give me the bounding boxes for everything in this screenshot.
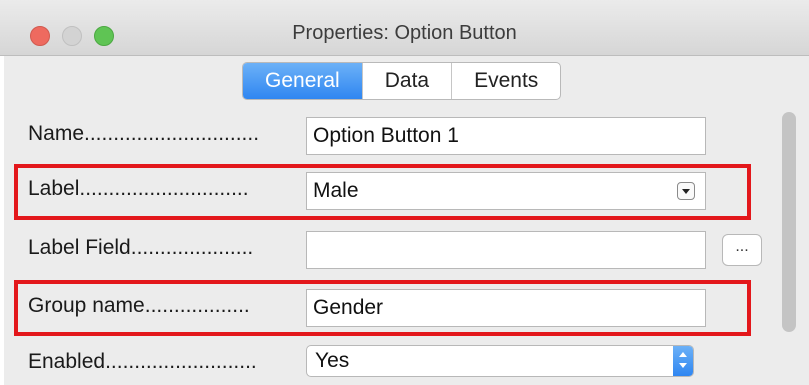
name-label: Name.............................. xyxy=(28,122,260,145)
tab-bar: General Data Events xyxy=(242,62,562,100)
group-name-input[interactable]: Gender xyxy=(306,289,706,327)
enabled-select-value: Yes xyxy=(315,349,350,372)
label-row: Label............................. Male xyxy=(0,167,770,215)
tab-general[interactable]: General xyxy=(243,63,363,99)
tab-data[interactable]: Data xyxy=(363,63,453,99)
window-title: Properties: Option Button xyxy=(292,22,517,44)
group-name-label: Group name.................. xyxy=(28,294,250,317)
enabled-label: Enabled.......................... xyxy=(28,350,257,373)
name-input[interactable]: Option Button 1 xyxy=(306,117,706,155)
tab-events[interactable]: Events xyxy=(452,63,560,99)
general-panel: Name.............................. Optio… xyxy=(0,104,809,385)
name-row: Name.............................. Optio… xyxy=(0,112,770,160)
label-field-row: Label Field..................... ... xyxy=(0,226,770,274)
stepper-arrows-icon[interactable] xyxy=(673,346,693,376)
enabled-row: Enabled.......................... Yes xyxy=(0,340,770,385)
vertical-scrollbar[interactable] xyxy=(782,112,796,332)
browse-button[interactable]: ... xyxy=(722,234,762,266)
label-label: Label............................. xyxy=(28,177,249,200)
group-name-row: Group name.................. Gender xyxy=(0,284,770,332)
label-combobox[interactable]: Male xyxy=(306,172,706,210)
chevron-down-icon[interactable] xyxy=(677,182,695,200)
label-field-label: Label Field..................... xyxy=(28,236,254,259)
properties-window: Properties: Option Button General Data E… xyxy=(0,0,809,385)
enabled-select[interactable]: Yes xyxy=(306,345,694,377)
titlebar: Properties: Option Button xyxy=(0,0,809,56)
label-combobox-value: Male xyxy=(313,179,359,202)
label-field-input[interactable] xyxy=(306,231,706,269)
